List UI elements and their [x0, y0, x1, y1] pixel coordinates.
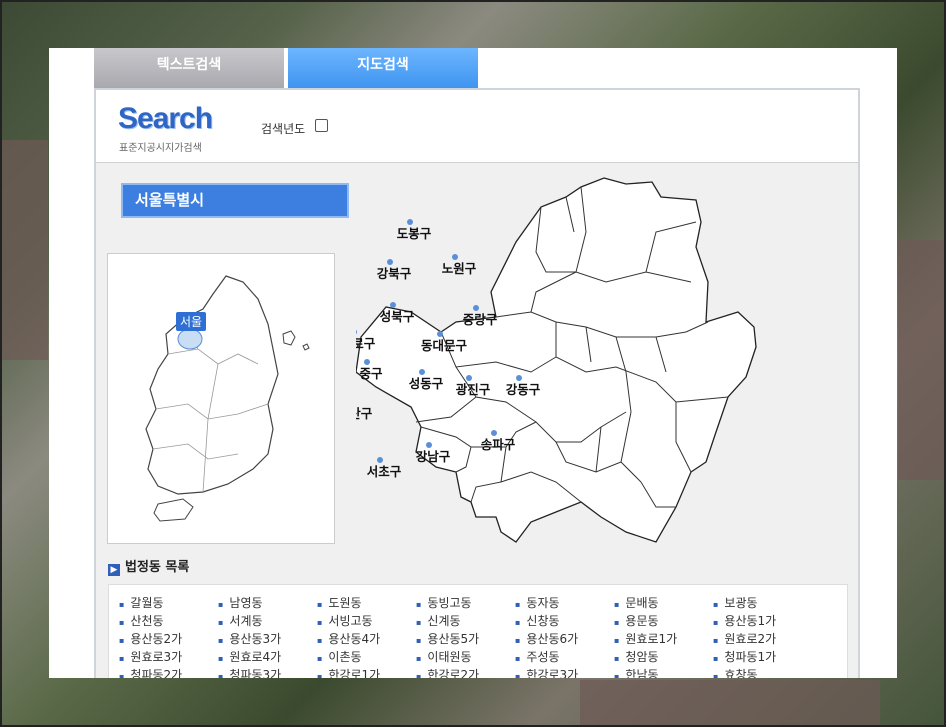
dong-item[interactable]: 서빙고동 [317, 613, 416, 630]
dong-item[interactable]: 동자동 [515, 595, 614, 612]
seoul-tag[interactable]: 서울 [176, 312, 207, 331]
dong-item[interactable]: 청파동3가 [218, 667, 317, 678]
district-label[interactable]: 성북구 [380, 309, 415, 324]
district-label[interactable]: 광진구 [456, 382, 491, 397]
district-label[interactable]: 도봉구 [397, 226, 432, 241]
korea-map-svg [145, 275, 310, 522]
district-marker-dot[interactable] [466, 375, 472, 381]
seoul-region[interactable] [177, 328, 203, 350]
background-roof [898, 240, 946, 480]
search-logo: Search [118, 102, 213, 135]
district-3[interactable]: 강북구 [377, 259, 412, 281]
district-marker-dot[interactable] [390, 302, 396, 308]
dong-item[interactable]: 이촌동 [317, 649, 416, 666]
dong-item[interactable]: 한강로1가 [317, 667, 416, 678]
district-marker-dot[interactable] [516, 375, 522, 381]
tab-map-search[interactable]: 지도검색 [288, 48, 478, 88]
dong-item[interactable]: 주성동 [515, 649, 614, 666]
district-label[interactable]: 송파구 [481, 437, 516, 452]
district-label[interactable]: 서초구 [367, 464, 402, 479]
seoul-district-map: 도봉구노원구강북구은평구성북구중랑구종로구서대문구동대문구강서구마포구중구성동구… [356, 177, 757, 543]
dong-item[interactable]: 한강로3가 [515, 667, 614, 678]
district-marker-dot[interactable] [377, 457, 383, 463]
district-marker-dot[interactable] [473, 305, 479, 311]
district-marker-dot[interactable] [407, 219, 413, 225]
tab-text-search[interactable]: 텍스트검색 [94, 48, 284, 88]
city-select[interactable]: 서울특별시 [121, 183, 349, 218]
district-marker-dot[interactable] [452, 254, 458, 260]
search-panel: 텍스트검색 지도검색 Search 표준지공시지가검색 검색년도 서울특별시 서… [49, 48, 897, 678]
district-label[interactable]: 동대문구 [421, 338, 468, 353]
district-label[interactable]: 용산구 [356, 406, 373, 421]
dong-item[interactable]: 원효로3가 [119, 649, 218, 666]
district-label[interactable]: 강남구 [416, 449, 451, 464]
district-label[interactable]: 성동구 [409, 376, 444, 391]
background-roof [0, 140, 48, 360]
district-label[interactable]: 중구 [359, 366, 383, 381]
district-6[interactable]: 중랑구 [463, 305, 498, 327]
district-2[interactable]: 노원구 [442, 254, 477, 276]
arrow-right-icon: ▶ [108, 564, 120, 576]
ulleung-islands [282, 330, 310, 351]
search-year-label: 검색년도 [261, 122, 306, 136]
search-logo-subtitle: 표준지공시지가검색 [119, 143, 202, 154]
district-marker-dot[interactable] [426, 442, 432, 448]
district-23[interactable]: 서초구 [367, 457, 402, 479]
dong-item[interactable]: 용산동4가 [317, 631, 416, 648]
dong-item[interactable]: 서계동 [218, 613, 317, 630]
dong-list-title-text: 법정동 목록 [125, 560, 190, 575]
dong-item[interactable]: 이태원동 [416, 649, 515, 666]
dong-item[interactable]: 한남동 [614, 667, 713, 678]
map-search-content: Search 표준지공시지가검색 검색년도 서울특별시 서울 도봉구노원구 강북구… [94, 88, 860, 678]
search-year-checkbox[interactable] [315, 119, 328, 132]
jeju-island [153, 498, 194, 522]
korea-outline [145, 275, 279, 495]
dong-item[interactable]: 원효로2가 [713, 631, 812, 648]
dong-item[interactable]: 용문동 [614, 613, 713, 630]
dong-item[interactable]: 신계동 [416, 613, 515, 630]
korea-overview-map: 서울 [107, 253, 335, 544]
district-marker-dot[interactable] [364, 359, 370, 365]
dong-item[interactable]: 신창동 [515, 613, 614, 630]
dong-item[interactable]: 산천동 [119, 613, 218, 630]
dong-item[interactable]: 동빙고동 [416, 595, 515, 612]
background-roof [580, 680, 880, 727]
dong-item[interactable]: 용산동5가 [416, 631, 515, 648]
district-marker-dot[interactable] [491, 430, 497, 436]
district-5[interactable]: 성북구 [380, 302, 415, 324]
dong-item[interactable]: 원효로1가 [614, 631, 713, 648]
dong-item[interactable]: 도원동 [317, 595, 416, 612]
dong-item[interactable]: 청파동1가 [713, 649, 812, 666]
district-marker-dot[interactable] [356, 329, 357, 335]
district-label[interactable]: 강북구 [377, 266, 412, 281]
dong-item[interactable]: 남영동 [218, 595, 317, 612]
dong-item[interactable]: 원효로4가 [218, 649, 317, 666]
dong-list-box: 갈월동남영동도원동동빙고동동자동문배동보광동산천동서계동서빙고동신계동신창동용문… [108, 584, 848, 678]
dong-item[interactable]: 보광동 [713, 595, 812, 612]
dong-item[interactable]: 청암동 [614, 649, 713, 666]
search-header: Search 표준지공시지가검색 검색년도 [96, 90, 858, 163]
dong-item[interactable]: 용산동2가 [119, 631, 218, 648]
district-18[interactable]: 용산구 [356, 399, 373, 421]
district-1[interactable]: 도봉구 [397, 219, 432, 241]
dong-item[interactable]: 용산동1가 [713, 613, 812, 630]
dong-item[interactable]: 용산동6가 [515, 631, 614, 648]
dong-item[interactable]: 용산동3가 [218, 631, 317, 648]
district-label[interactable]: 종로구 [356, 336, 376, 351]
dong-item[interactable]: 한강로2가 [416, 667, 515, 678]
dong-item[interactable]: 효창동 [713, 667, 812, 678]
dong-grid: 갈월동남영동도원동동빙고동동자동문배동보광동산천동서계동서빙고동신계동신창동용문… [119, 595, 812, 678]
district-marker-dot[interactable] [437, 331, 443, 337]
dong-item[interactable]: 갈월동 [119, 595, 218, 612]
dong-list-title: ▶ 법정동 목록 [108, 556, 189, 576]
dong-item[interactable]: 문배동 [614, 595, 713, 612]
dong-item[interactable]: 청파동2가 [119, 667, 218, 678]
district-label[interactable]: 강동구 [506, 382, 541, 397]
district-marker-dot[interactable] [419, 369, 425, 375]
district-marker-dot[interactable] [387, 259, 393, 265]
district-label[interactable]: 노원구 [442, 261, 477, 276]
district-label[interactable]: 중랑구 [463, 312, 498, 327]
